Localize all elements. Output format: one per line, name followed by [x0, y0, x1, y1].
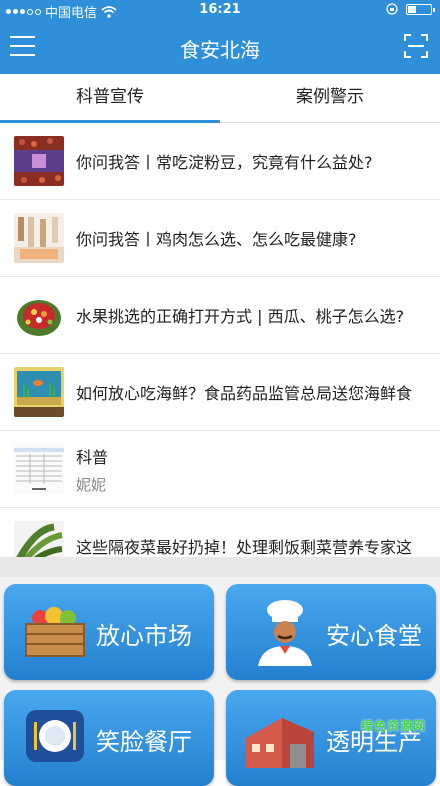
- tab-bar: 科普宣传 案例警示: [0, 74, 440, 123]
- list-item[interactable]: 如何放心吃海鲜？食品药品监管总局送您海鲜食: [0, 354, 440, 431]
- beans-thumbnail: [14, 136, 64, 186]
- chicken-thumbnail: [14, 213, 64, 263]
- article-title: 你问我答丨常吃淀粉豆，究竟有什么益处?: [76, 153, 373, 172]
- vegetable-thumbnail: [14, 521, 64, 557]
- market-basket-icon: [25, 607, 85, 657]
- article-title: 水果挑选的正确打开方式 | 西瓜、桃子怎么选?: [76, 307, 405, 326]
- article-title: 你问我答丨鸡肉怎么选、怎么吃最健康?: [76, 230, 357, 249]
- dining-plate-icon: [26, 710, 84, 762]
- chef-icon: [258, 600, 312, 666]
- list-item[interactable]: 科普 妮妮: [0, 431, 440, 508]
- list-item[interactable]: 水果挑选的正确打开方式 | 西瓜、桃子怎么选?: [0, 277, 440, 354]
- article-title: 科普: [76, 447, 109, 467]
- feature-grid: 放心市场 安心食堂 笑脸餐厅 透明生产 绿色资源网: [0, 577, 440, 786]
- tile-label: 放心市场: [96, 622, 192, 650]
- tile-canteen[interactable]: 安心食堂: [226, 584, 436, 680]
- tile-restaurant[interactable]: 笑脸餐厅: [4, 690, 214, 786]
- page-title: 食安北海: [180, 38, 260, 62]
- scan-icon[interactable]: [404, 34, 428, 58]
- nav-bar: 食安北海: [0, 20, 440, 74]
- tile-label: 安心食堂: [326, 622, 422, 650]
- aquarium-thumbnail: [14, 367, 64, 417]
- tab-science[interactable]: 科普宣传: [0, 74, 220, 120]
- rotation-lock-icon: [386, 3, 398, 15]
- list-item[interactable]: 你问我答丨鸡肉怎么选、怎么吃最健康?: [0, 200, 440, 277]
- fruit-cake-thumbnail: [14, 290, 64, 340]
- watermark-logo: 绿色资源网: [360, 719, 426, 733]
- section-divider: [0, 557, 440, 577]
- document-thumbnail: [14, 444, 64, 494]
- tab-cases[interactable]: 案例警示: [220, 74, 440, 120]
- battery-icon: [406, 3, 435, 15]
- article-list: 你问我答丨常吃淀粉豆，究竟有什么益处? 你问我答丨鸡肉怎么选、怎么吃最健康? 水…: [0, 123, 440, 557]
- tile-label: 笑脸餐厅: [96, 728, 192, 756]
- article-title: 如何放心吃海鲜？食品药品监管总局送您海鲜食: [76, 384, 413, 403]
- tile-production[interactable]: 透明生产: [226, 690, 436, 786]
- clock: 16:21: [199, 2, 241, 17]
- list-item[interactable]: 你问我答丨常吃淀粉豆，究竟有什么益处?: [0, 123, 440, 200]
- article-title: 这些隔夜菜最好扔掉！处理剩饭剩菜营养专家这: [76, 538, 413, 557]
- article-author: 妮妮: [76, 475, 107, 494]
- list-item[interactable]: 这些隔夜菜最好扔掉！处理剩饭剩菜营养专家这: [0, 508, 440, 557]
- factory-icon: [246, 718, 314, 768]
- tile-market[interactable]: 放心市场: [4, 584, 214, 680]
- status-bar: 中国电信 16:21: [0, 0, 440, 21]
